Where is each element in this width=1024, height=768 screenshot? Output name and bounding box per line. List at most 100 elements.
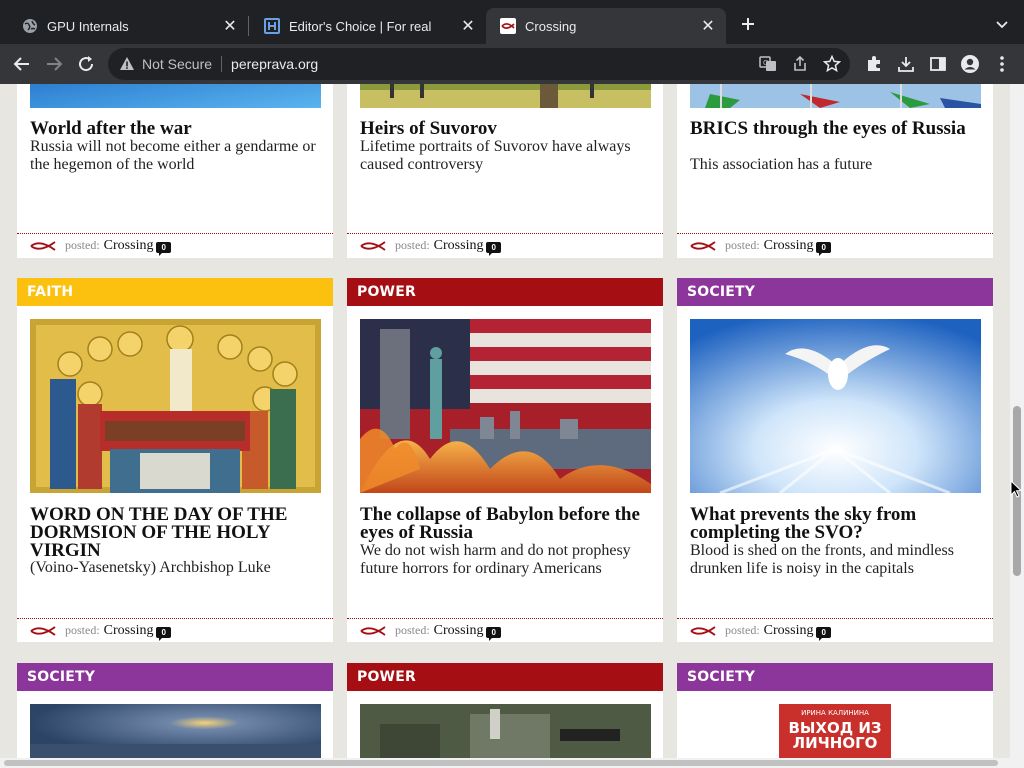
article-description: We do not wish harm and do not prophesy … [360, 542, 631, 577]
category-label[interactable]: SOCIETY [677, 278, 993, 306]
download-icon[interactable] [892, 50, 920, 78]
bookmark-star-icon[interactable] [820, 52, 844, 76]
article-image[interactable] [690, 319, 981, 493]
close-icon[interactable]: ✕ [460, 18, 476, 35]
article-card[interactable]: SOCIETY What prevents the sky from compl… [677, 278, 993, 642]
side-panel-icon[interactable] [924, 50, 952, 78]
kebab-menu-icon[interactable] [988, 50, 1016, 78]
posted-label: posted: [725, 238, 760, 252]
category-label[interactable]: SOCIETY [17, 663, 333, 691]
article-card[interactable]: World after the war Russia will not beco… [17, 84, 333, 258]
author-link[interactable]: Crossing [104, 623, 154, 639]
article-description: Lifetime portraits of Suvorov have alway… [360, 138, 631, 173]
article-card[interactable]: POWER The collapse of Babylon before the… [347, 278, 663, 642]
article-description: (Voino-Yasenetsky) Archbishop Luke [30, 559, 271, 576]
new-tab-plus-icon[interactable] [736, 12, 760, 36]
author-link[interactable]: Crossing [764, 238, 814, 254]
article-image[interactable] [360, 84, 651, 108]
comment-count-badge[interactable]: 0 [486, 627, 501, 641]
article-footer: posted: Crossing 0 [677, 618, 993, 642]
article-description: This association has a future [690, 156, 873, 173]
warning-triangle-icon[interactable] [118, 55, 136, 73]
article-card[interactable]: Heirs of Suvorov Lifetime portraits of S… [347, 84, 663, 258]
article-description: Blood is shed on the fronts, and mindles… [690, 542, 954, 577]
comment-count-badge[interactable]: 0 [486, 242, 501, 256]
tab-crossing[interactable]: Crossing ✕ [486, 8, 726, 44]
globe-icon [22, 18, 38, 34]
close-icon[interactable]: ✕ [222, 18, 238, 35]
book-author: ИРИНА КАЛИНИНА [801, 709, 869, 717]
article-image[interactable] [360, 319, 651, 493]
article-footer: posted: Crossing 0 [347, 233, 663, 257]
comment-count-badge[interactable]: 0 [816, 627, 831, 641]
article-title[interactable]: Heirs of Suvorov [360, 119, 652, 138]
author-link[interactable]: Crossing [764, 623, 814, 639]
close-icon[interactable]: ✕ [700, 18, 716, 35]
category-label[interactable]: SOCIETY [677, 663, 993, 691]
fish-icon [690, 625, 716, 636]
category-label[interactable]: FAITH [17, 278, 333, 306]
article-image[interactable] [30, 704, 321, 758]
article-title[interactable]: BRICS through the eyes of Russia [690, 119, 982, 138]
category-label[interactable]: POWER [347, 663, 663, 691]
security-status[interactable]: Not Secure [142, 56, 212, 72]
posted-label: posted: [725, 623, 760, 637]
author-link[interactable]: Crossing [434, 623, 484, 639]
article-title[interactable]: The collapse of Babylon before the eyes … [360, 505, 652, 542]
extensions-puzzle-icon[interactable] [860, 50, 888, 78]
fish-icon [500, 18, 516, 34]
horizontal-scrollbar[interactable] [0, 758, 1024, 768]
omnibox-divider [221, 56, 223, 72]
author-link[interactable]: Crossing [104, 238, 154, 254]
article-card[interactable]: BRICS through the eyes of Russia This as… [677, 84, 993, 258]
comment-count-badge[interactable]: 0 [156, 242, 171, 256]
fish-icon [690, 240, 716, 251]
share-icon[interactable] [788, 52, 812, 76]
profile-avatar-icon[interactable] [956, 50, 984, 78]
tab-title: GPU Internals [47, 18, 129, 34]
category-label[interactable]: POWER [347, 278, 663, 306]
h-logo-icon [264, 18, 280, 34]
svg-text:G: G [763, 59, 768, 67]
chevron-down-icon[interactable] [990, 12, 1014, 36]
article-image[interactable] [690, 84, 981, 108]
vertical-scrollbar[interactable] [1010, 84, 1024, 758]
article-description: Russia will not become either a gendarme… [30, 138, 316, 173]
article-footer: posted: Crossing 0 [347, 618, 663, 642]
article-card[interactable]: POWER [347, 663, 663, 758]
posted-label: posted: [395, 238, 430, 252]
forward-arrow-icon[interactable] [40, 50, 68, 78]
article-card[interactable]: SOCIETY ИРИНА КАЛИНИНА ВЫХОД ИЗ ЛИЧНОГО [677, 663, 993, 758]
tab-editors-choice[interactable]: Editor's Choice | For real ✕ [250, 8, 486, 44]
article-footer: posted: Crossing 0 [677, 233, 993, 257]
address-bar[interactable]: Not Secure pereprava.org G [108, 48, 850, 80]
posted-label: posted: [395, 623, 430, 637]
browser-toolbar: Not Secure pereprava.org G [0, 44, 1024, 84]
page-viewport: World after the war Russia will not beco… [0, 84, 1010, 758]
comment-count-badge[interactable]: 0 [816, 242, 831, 256]
fish-icon [360, 625, 386, 636]
url-text[interactable]: pereprava.org [231, 56, 318, 72]
article-footer: posted: Crossing 0 [17, 618, 333, 642]
mouse-cursor-icon [1010, 480, 1022, 498]
article-title[interactable]: What prevents the sky from completing th… [690, 505, 982, 542]
posted-label: posted: [65, 623, 100, 637]
article-image[interactable] [30, 84, 321, 108]
book-cover-image[interactable]: ИРИНА КАЛИНИНА ВЫХОД ИЗ ЛИЧНОГО [779, 704, 891, 758]
back-arrow-icon[interactable] [8, 50, 36, 78]
reload-icon[interactable] [72, 50, 100, 78]
book-title: ВЫХОД ИЗ ЛИЧНОГО [788, 719, 882, 752]
scrollbar-thumb[interactable] [4, 760, 998, 766]
article-image[interactable] [360, 704, 651, 758]
article-image[interactable] [30, 319, 321, 493]
tab-gpu-internals[interactable]: GPU Internals ✕ [8, 8, 248, 44]
comment-count-badge[interactable]: 0 [156, 627, 171, 641]
article-card[interactable]: SOCIETY [17, 663, 333, 758]
author-link[interactable]: Crossing [434, 238, 484, 254]
article-title[interactable]: World after the war [30, 119, 322, 138]
tab-strip: GPU Internals ✕ Editor's Choice | For re… [0, 0, 1024, 44]
article-title[interactable]: WORD ON THE DAY OF THE DORMSION OF THE H… [30, 505, 322, 560]
tab-separator [248, 16, 249, 36]
article-card[interactable]: FAITH WORD ON THE DAY OF THE DORMSION OF… [17, 278, 333, 642]
translate-icon[interactable]: G [756, 52, 780, 76]
